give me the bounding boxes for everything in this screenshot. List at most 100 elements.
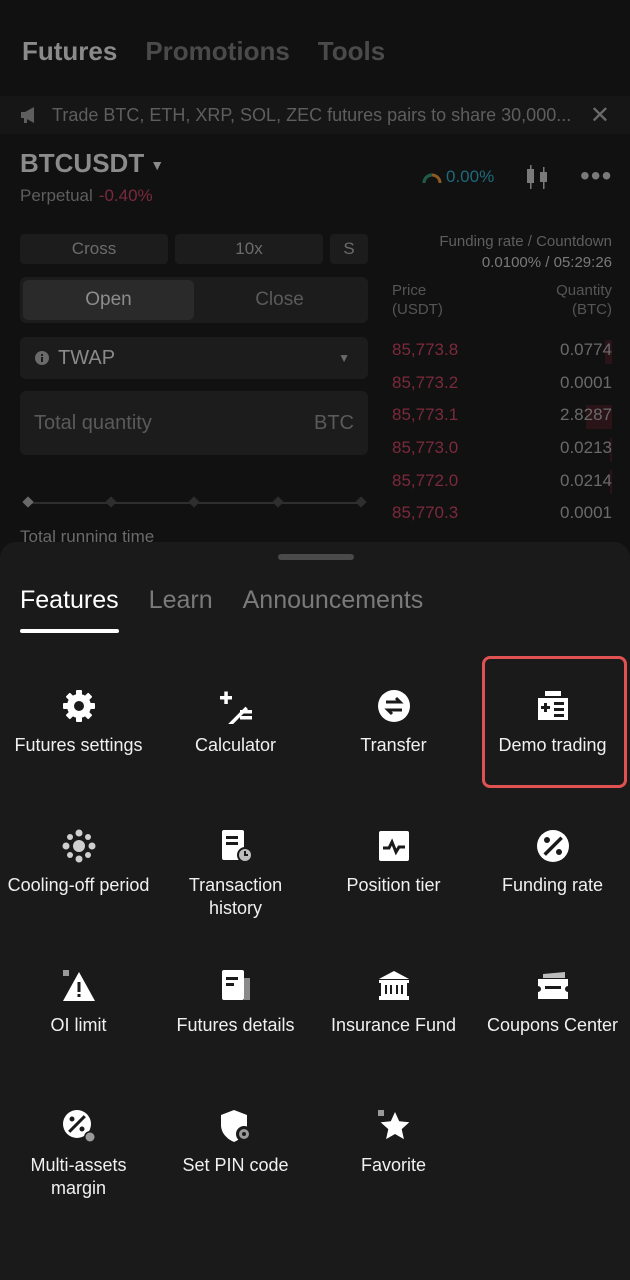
feature-coupons-center[interactable]: Coupons Center [474, 962, 630, 1082]
orderbook-row[interactable]: 85,773.2 0.0001 [392, 367, 612, 400]
order-type-select[interactable]: TWAP ▼ [20, 337, 368, 379]
funding-label: Funding rate / Countdown [439, 233, 612, 250]
feature-oi-limit[interactable]: OI limit [0, 962, 157, 1082]
order-settings: Cross 10x S [20, 234, 368, 264]
ask-quantity: 2.8287 [560, 405, 612, 425]
margin-mode-button[interactable]: Cross [20, 234, 168, 264]
cooling-off-icon [62, 829, 95, 863]
multi-assets-icon [62, 1110, 96, 1143]
feature-transfer[interactable]: Transfer [315, 682, 472, 802]
info-icon [35, 351, 49, 365]
feature-futures-details[interactable]: Futures details [157, 962, 314, 1082]
candlestick-icon[interactable] [523, 163, 551, 191]
open-tab[interactable]: Open [23, 280, 194, 320]
feature-label: Calculator [194, 735, 277, 755]
feature-label: Set PIN code [182, 1155, 289, 1175]
coupon-icon [537, 972, 568, 999]
tab-announcements[interactable]: Announcements [243, 586, 424, 633]
transfer-icon [377, 690, 410, 722]
feature-cooling-off-period[interactable]: Cooling-off period [0, 822, 157, 942]
shield-gear-icon [220, 1110, 252, 1142]
ask-price: 85,773.8 [392, 340, 459, 360]
feature-futures-settings[interactable]: Futures settings [0, 682, 157, 802]
feature-label: Coupons Center [486, 1015, 619, 1035]
feature-transaction-history[interactable]: Transaction history [157, 822, 314, 942]
sheet-tabs: Features Learn Announcements [20, 586, 423, 633]
promo-banner[interactable]: Trade BTC, ETH, XRP, SOL, ZEC futures pa… [0, 96, 630, 134]
funding-info[interactable]: Funding rate / Countdown 0.0100% / 05:29… [439, 231, 612, 273]
feature-label: Transfer [360, 735, 427, 755]
orderbook-row[interactable]: 85,773.0 0.0213 [392, 432, 612, 465]
ask-quantity: 0.0214 [560, 470, 612, 490]
tab-promotions[interactable]: Promotions [145, 36, 289, 67]
slider-mark[interactable] [355, 496, 367, 508]
orderbook-row[interactable]: 85,773.1 2.8287 [392, 399, 612, 432]
ask-price: 85,773.1 [392, 405, 459, 425]
caret-down-icon: ▼ [150, 157, 165, 174]
quantity-slider[interactable] [22, 496, 367, 508]
bank-icon [378, 971, 409, 1000]
caret-down-icon: ▼ [338, 351, 350, 365]
slider-mark[interactable] [188, 496, 200, 508]
quantity-placeholder: Total quantity [34, 411, 152, 434]
feature-multi-assets-margin[interactable]: Multi-assets margin [0, 1102, 157, 1222]
orderbook-header: Price (USDT) Quantity (BTC) [392, 281, 612, 319]
close-tab[interactable]: Close [194, 280, 365, 320]
tools-bottom-sheet: Features Learn Announcements Futures set… [0, 542, 630, 1280]
warning-icon [62, 970, 95, 1001]
document-icon [221, 970, 250, 1000]
more-icon[interactable]: ••• [580, 160, 612, 192]
feature-label: Funding rate [501, 875, 604, 895]
symbol-selector[interactable]: BTCUSDT ▼ [20, 148, 164, 179]
trading-screen: Futures Promotions Tools Trade BTC, ETH,… [0, 0, 630, 560]
feature-label: Futures details [176, 1015, 295, 1035]
leverage-button[interactable]: 10x [175, 234, 323, 264]
position-mode-button[interactable]: S [330, 234, 368, 264]
feature-calculator[interactable]: Calculator [157, 682, 314, 802]
feature-funding-rate[interactable]: Funding rate [474, 822, 630, 942]
tab-features[interactable]: Features [20, 586, 119, 633]
feature-label: Futures settings [14, 735, 143, 755]
tab-tools[interactable]: Tools [318, 36, 385, 67]
tab-futures[interactable]: Futures [22, 36, 117, 67]
open-close-toggle: Open Close [20, 277, 368, 323]
orderbook-row[interactable]: 85,773.8 0.0774 [392, 334, 612, 367]
order-type-value: TWAP [58, 346, 116, 369]
feature-label: Favorite [360, 1155, 427, 1175]
orderbook-row[interactable]: 85,770.3 0.0001 [392, 497, 612, 530]
ask-price: 85,770.3 [392, 503, 459, 523]
feature-label: OI limit [50, 1015, 107, 1035]
feature-insurance-fund[interactable]: Insurance Fund [315, 962, 472, 1082]
ask-price: 85,773.0 [392, 438, 459, 458]
position-tier-icon [378, 831, 409, 861]
feature-label: Multi-assets margin [30, 1155, 127, 1198]
tab-learn[interactable]: Learn [149, 586, 213, 633]
ask-price: 85,772.0 [392, 470, 459, 490]
contract-type: Perpetual [20, 186, 93, 205]
contract-info: Perpetual -0.40% [20, 186, 153, 206]
transaction-history-icon [221, 830, 253, 863]
total-quantity-input[interactable]: Total quantity BTC [20, 391, 368, 455]
slider-mark[interactable] [272, 496, 284, 508]
close-icon[interactable]: ✕ [590, 101, 610, 130]
banner-text: Trade BTC, ETH, XRP, SOL, ZEC futures pa… [52, 104, 572, 125]
price-unit: (USDT) [392, 301, 443, 318]
ask-quantity: 0.0001 [560, 372, 612, 392]
sentiment-indicator[interactable]: 0.00% [422, 167, 494, 187]
megaphone-icon [21, 107, 34, 123]
quantity-unit: BTC [314, 411, 354, 434]
drag-handle[interactable] [278, 554, 354, 560]
feature-set-pin-code[interactable]: Set PIN code [157, 1102, 314, 1222]
demo-trading-highlight [482, 656, 627, 788]
feature-favorite[interactable]: Favorite [315, 1102, 472, 1222]
star-icon [377, 1110, 409, 1140]
feature-position-tier[interactable]: Position tier [315, 822, 472, 942]
ask-quantity: 0.0001 [560, 503, 612, 523]
funding-rate-icon [536, 830, 569, 862]
symbol-name: BTCUSDT [20, 148, 145, 178]
orderbook-row[interactable]: 85,772.0 0.0214 [392, 464, 612, 497]
feature-label: Insurance Fund [330, 1015, 457, 1035]
slider-mark[interactable] [105, 496, 117, 508]
quantity-unit: (BTC) [572, 301, 612, 318]
slider-mark[interactable] [22, 496, 34, 508]
